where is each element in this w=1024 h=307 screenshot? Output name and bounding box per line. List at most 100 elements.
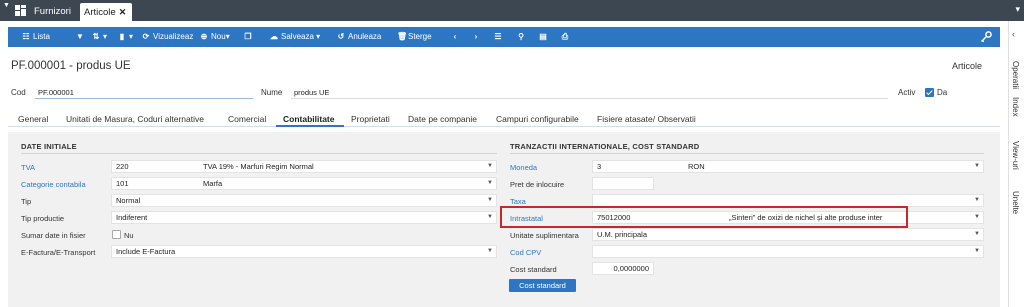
efactura-label: E-Factura/E-Transport [21, 248, 96, 257]
nume-label: Nume [261, 88, 283, 97]
tab-fisiere-atasate[interactable]: Fisiere atasate/ Observatii [597, 114, 696, 124]
categorie-select[interactable]: 101 Marfa ▼ [111, 177, 497, 190]
copy-button[interactable]: ❐ [244, 27, 255, 47]
tab-comercial[interactable]: Comercial [228, 114, 266, 124]
efactura-select[interactable]: Include E-Factura ▼ [111, 245, 497, 258]
activ-value: Da [937, 88, 948, 97]
tab-contabilitate[interactable]: Contabilitate [283, 114, 334, 124]
tip-productie-value: Indiferent [116, 213, 148, 222]
cloud-icon: ☁ [270, 32, 278, 41]
lista-button[interactable]: ☷ Lista [22, 27, 50, 47]
chevron-left-icon[interactable]: ‹ [1012, 29, 1015, 39]
categorie-desc: Marfa [203, 179, 223, 188]
cod-cpv-select[interactable]: ▼ [592, 245, 984, 258]
chevron-down-icon: ▼ [487, 197, 493, 203]
unitate-select[interactable]: U.M. principala ▼ [592, 228, 984, 241]
nume-field[interactable]: produs UE [291, 86, 888, 99]
efactura-value: Include E-Factura [116, 247, 176, 256]
tranzactii-title: TRANZACTII INTERNATIONALE, COST STANDARD [510, 142, 700, 151]
cod-field[interactable]: PF.000001 [35, 86, 253, 99]
chevron-left-icon: ‹ [453, 32, 457, 41]
sterge-button[interactable]: 🗑Sterge [397, 27, 432, 47]
sidebar-item-unelte[interactable]: Unelte [1011, 191, 1020, 214]
chevron-right-icon: › [474, 32, 478, 41]
next-button[interactable]: › [472, 27, 483, 47]
highlight-box [500, 206, 908, 228]
bookmark-icon: ▮ [119, 32, 125, 41]
moneda-select[interactable]: 3 RON ▼ [592, 160, 984, 173]
menu-caret-icon[interactable]: ▼ [3, 2, 10, 9]
categorie-label[interactable]: Categorie contabila [21, 180, 86, 189]
collapse-chevron-icon[interactable]: ▾ [1015, 4, 1020, 15]
sterge-label: Sterge [408, 32, 432, 41]
pret-label: Pret de inlocuire [510, 180, 565, 189]
vizualizeaza-button[interactable]: ⟳ Vizualizeaz [142, 27, 194, 47]
grid-icon[interactable] [15, 5, 26, 16]
tip-select[interactable]: Normal ▼ [111, 194, 497, 207]
moneda-label[interactable]: Moneda [510, 163, 537, 172]
tab-furnizori[interactable]: Furnizori [34, 3, 78, 21]
top-tab-bar: ▼ Furnizori Articole ✕ ▾ [0, 0, 1024, 21]
sidebar-item-view-uri[interactable]: View-uri [1011, 141, 1020, 170]
sort-button[interactable]: ⇅ ▾ [92, 27, 107, 47]
tip-value: Normal [116, 196, 141, 205]
chevron-down-icon: ▼ [487, 180, 493, 186]
chevron-down-icon: ▼ [487, 248, 493, 254]
page-type-label: Articole [951, 61, 982, 71]
tab-proprietati[interactable]: Proprietati [351, 114, 390, 124]
close-icon[interactable]: ✕ [119, 7, 127, 17]
plus-circle-icon: ⊕ [200, 32, 208, 41]
sidebar-item-index[interactable]: Index [1011, 97, 1020, 117]
clipboard-button[interactable]: ▤ [539, 27, 550, 47]
cost-input[interactable]: 0,0000000 [592, 262, 654, 275]
anuleaza-button[interactable]: ↺ Anuleaza [337, 27, 382, 47]
list-lines-icon: ☰ [494, 32, 502, 41]
cost-label: Cost standard [510, 265, 557, 274]
activ-label: Activ [898, 88, 916, 97]
nou-button[interactable]: ⊕ Nou▾ [200, 27, 230, 47]
section-tabs: General Unitati de Masura, Coduri altern… [8, 111, 1000, 127]
cost-standard-button[interactable]: Cost standard [509, 279, 576, 292]
lista-label: Lista [33, 32, 50, 41]
salveaza-button[interactable]: ☁ Salveaza ▾ [270, 27, 320, 47]
tab-campuri-configurabile[interactable]: Campuri configurabile [496, 114, 579, 124]
tva-desc: TVA 19% - Marfuri Regim Normal [203, 162, 314, 171]
tab-general[interactable]: General [18, 114, 48, 124]
sumar-value: Nu [124, 231, 134, 240]
filter-button[interactable]: ▼ [76, 27, 87, 47]
search-button[interactable]: ⚲ [517, 27, 528, 47]
print-icon: ⎙ [561, 32, 569, 41]
bookmark-button[interactable]: ▮ ▾ [118, 27, 133, 47]
tab-date-pe-companie[interactable]: Date pe companie [408, 114, 477, 124]
print-button[interactable]: ⎙ [561, 27, 572, 47]
clipboard-icon: ▤ [539, 32, 547, 41]
sidebar-item-operatii[interactable]: Operatii [1011, 61, 1020, 89]
list-view-button[interactable]: ☰ [494, 27, 505, 47]
salveaza-label: Salveaza [281, 32, 314, 41]
prev-button[interactable]: ‹ [451, 27, 462, 47]
activ-checkbox[interactable] [925, 88, 934, 97]
chevron-down-icon: ▼ [487, 163, 493, 169]
taxa-label[interactable]: Taxa [510, 197, 526, 206]
vizualizeaza-label: Vizualizeaz [153, 32, 194, 41]
pret-input[interactable] [592, 177, 654, 190]
sumar-checkbox[interactable] [112, 230, 121, 239]
chevron-down-icon: ▼ [974, 214, 980, 220]
cod-cpv-label[interactable]: Cod CPV [510, 248, 541, 257]
sumar-label: Sumar date in fisier [21, 231, 86, 240]
date-initiale-title: DATE INITIALE [21, 142, 77, 151]
moneda-desc: RON [688, 162, 705, 171]
copy-icon: ❐ [244, 32, 252, 41]
active-tab-indicator [276, 125, 344, 127]
tab-articole[interactable]: Articole ✕ [80, 3, 132, 21]
tab-unitati[interactable]: Unitati de Masura, Coduri alternative [66, 114, 204, 124]
key-icon[interactable] [980, 31, 992, 43]
tip-productie-select[interactable]: Indiferent ▼ [111, 211, 497, 224]
tva-select[interactable]: 220 TVA 19% - Marfuri Regim Normal ▼ [111, 160, 497, 173]
unitate-value: U.M. principala [597, 230, 648, 239]
list-icon: ☷ [22, 32, 30, 41]
moneda-code: 3 [597, 162, 602, 171]
tva-label[interactable]: TVA [21, 163, 35, 172]
chevron-down-icon: ▼ [974, 248, 980, 254]
nou-label: Nou [211, 32, 226, 41]
